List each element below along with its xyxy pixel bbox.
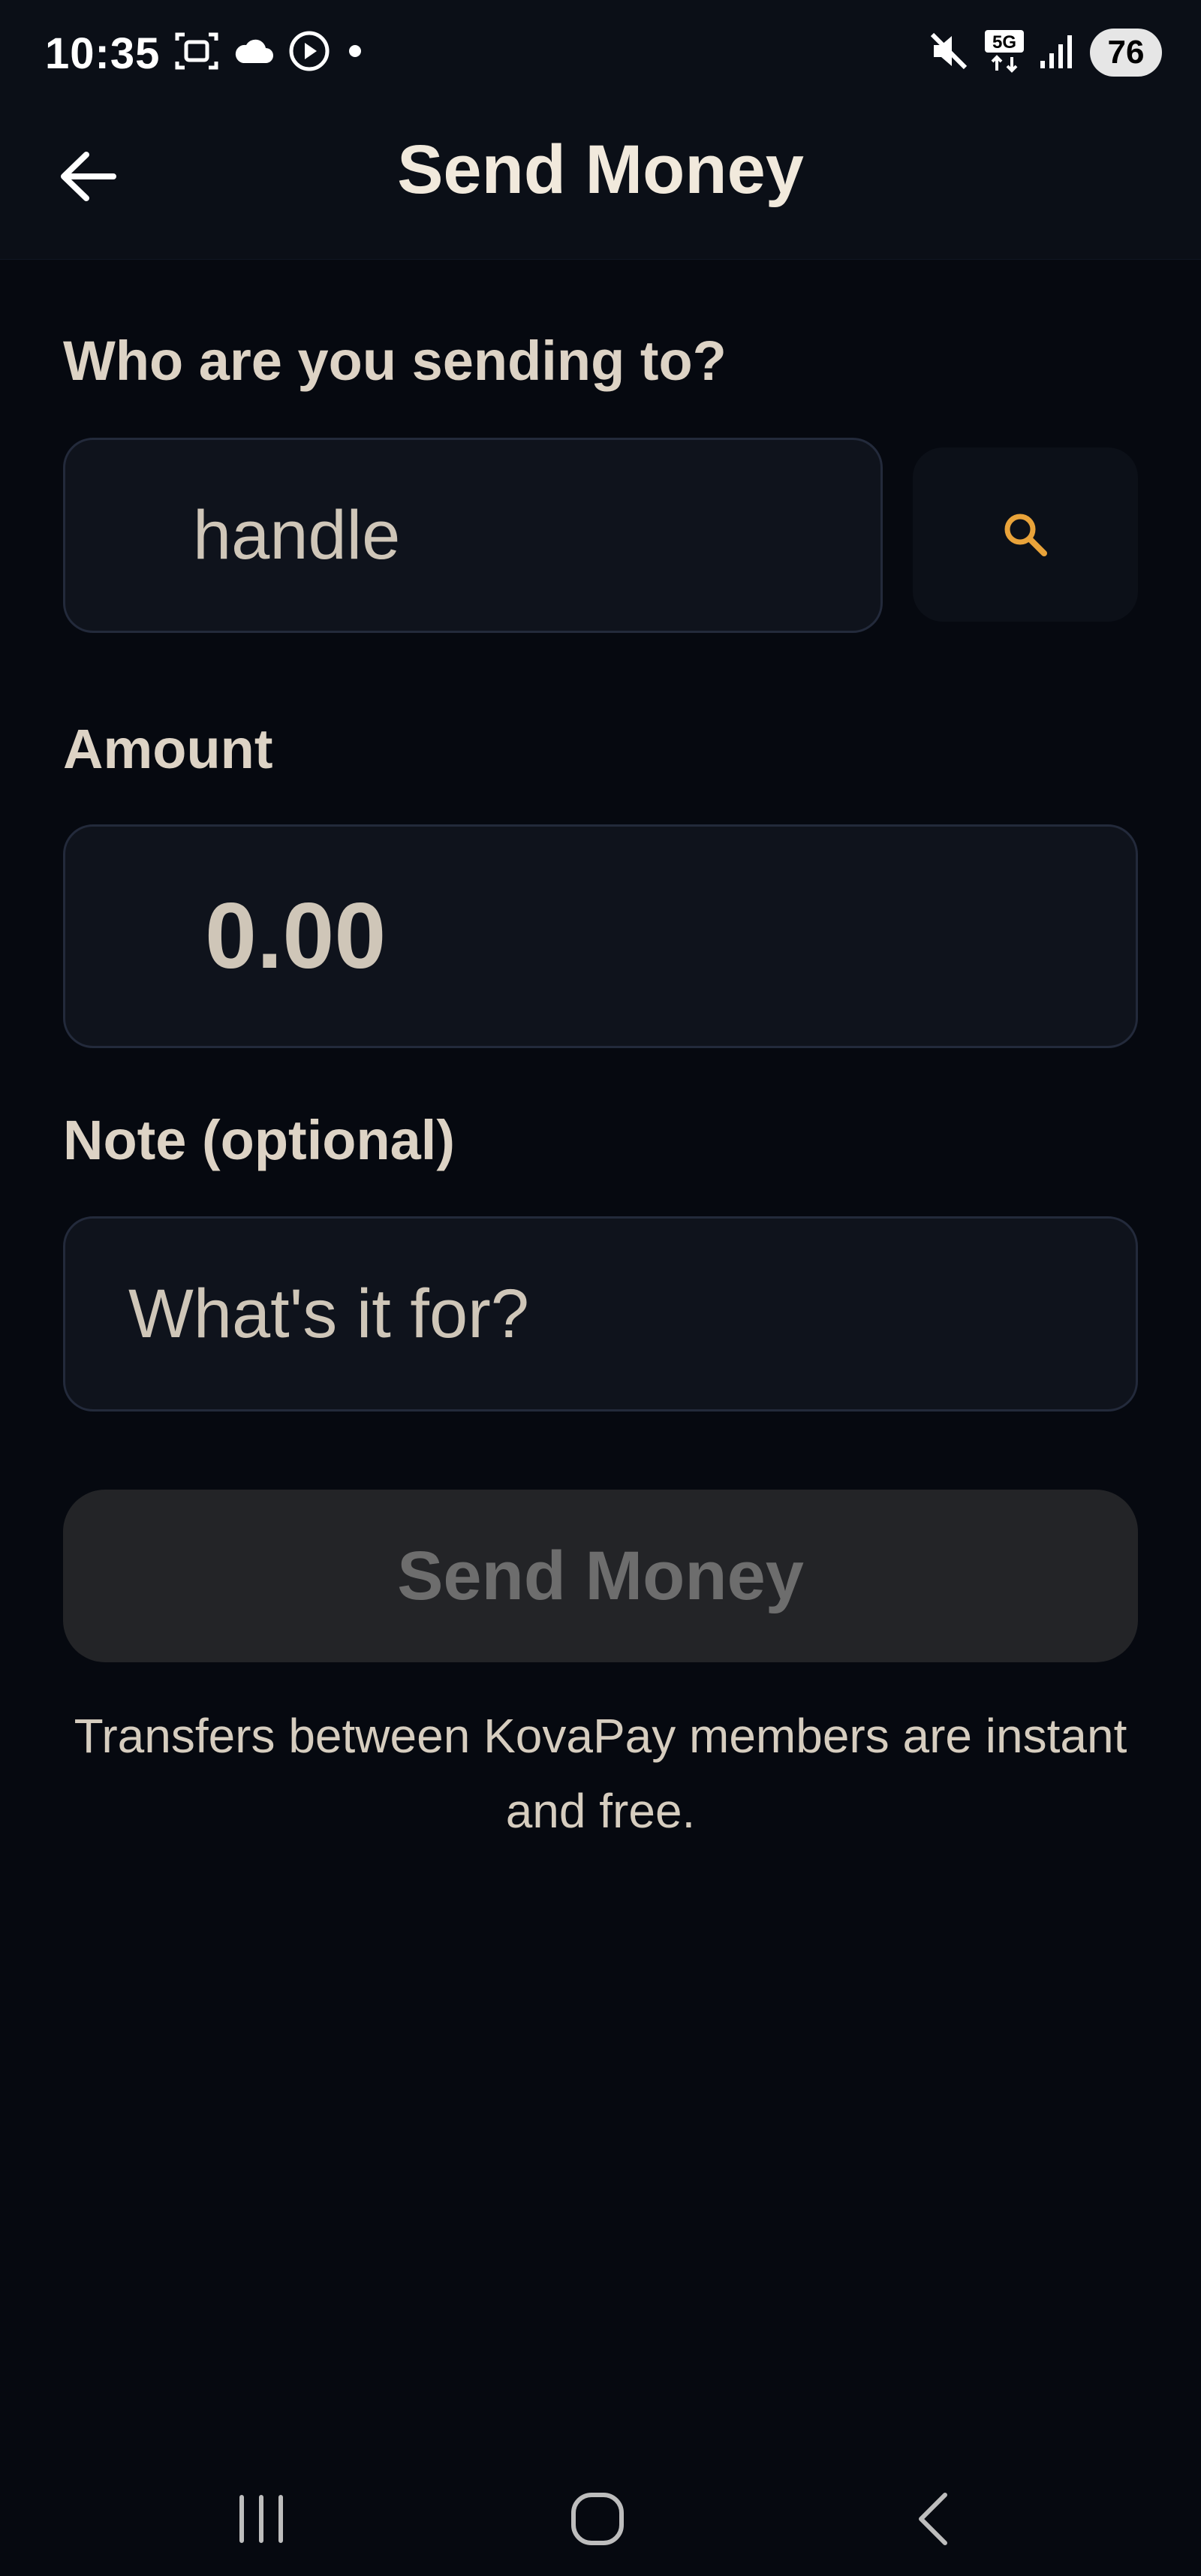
status-time: 10:35	[45, 29, 161, 78]
chevron-left-icon	[919, 2493, 947, 2545]
cloud-icon	[233, 36, 275, 70]
home-icon	[571, 2493, 624, 2545]
send-money-button[interactable]: Send Money	[63, 1490, 1138, 1662]
transfer-info-text: Transfers between KovaPay members are in…	[74, 1709, 1127, 1838]
amount-input[interactable]	[63, 824, 1138, 1048]
signal-icon	[1039, 32, 1076, 74]
recent-apps-icon	[239, 2495, 283, 2543]
battery-indicator: 76	[1090, 29, 1162, 77]
network-label: 5G	[992, 32, 1016, 53]
screenshot-icon	[174, 30, 219, 76]
search-icon	[1004, 514, 1047, 556]
status-icons-left	[174, 30, 366, 75]
recipient-input[interactable]	[63, 438, 883, 633]
page-title: Send Money	[397, 131, 804, 208]
note-input[interactable]	[63, 1216, 1138, 1412]
app-header: Send Money	[0, 105, 1201, 260]
system-nav-bar	[0, 2448, 1201, 2576]
network-5g-icon: 5G	[983, 29, 1025, 77]
play-circle-icon	[288, 30, 330, 76]
search-button[interactable]	[913, 447, 1138, 622]
status-bar: 10:35 5G 76	[0, 0, 1201, 105]
note-label: Note (optional)	[63, 1109, 456, 1171]
status-icons-right: 5G 76	[928, 27, 1162, 78]
home-button[interactable]	[552, 2478, 643, 2560]
dot-icon	[344, 40, 366, 66]
amount-label: Amount	[63, 718, 273, 780]
mute-icon	[928, 30, 970, 76]
system-back-button[interactable]	[890, 2478, 980, 2560]
recipient-label: Who are you sending to?	[63, 330, 727, 392]
recent-apps-button[interactable]	[216, 2478, 306, 2560]
